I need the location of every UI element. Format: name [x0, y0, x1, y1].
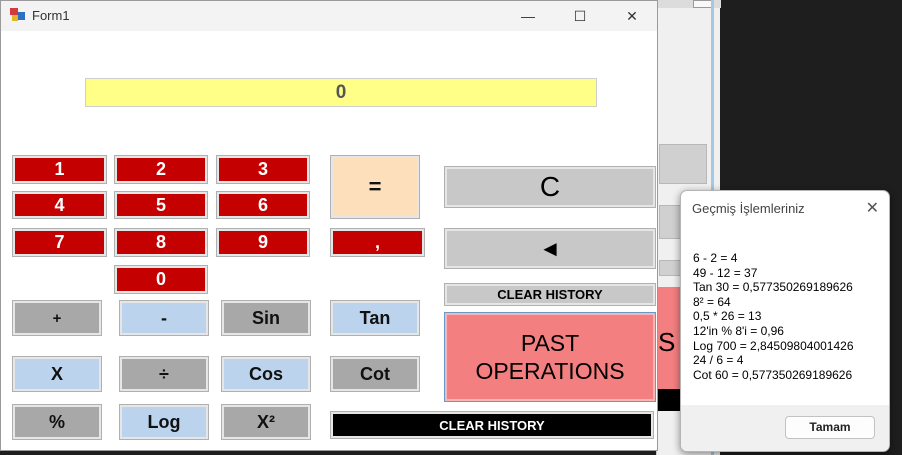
digit-0-button[interactable]: 0	[114, 265, 208, 294]
background-tab	[693, 0, 713, 8]
divide-button[interactable]: ÷	[119, 356, 209, 392]
minus-button[interactable]: -	[119, 300, 209, 336]
plus-button[interactable]: +	[12, 300, 102, 336]
past-operations-label-line1: PAST	[520, 330, 580, 356]
cos-button[interactable]: Cos	[221, 356, 311, 392]
close-icon[interactable]: ✕	[619, 5, 645, 27]
digit-5-button[interactable]: 5	[114, 191, 208, 219]
history-line: Tan 30 = 0,577350269189626	[693, 280, 853, 295]
history-line: 24 / 6 = 4	[693, 353, 744, 368]
digit-8-button[interactable]: 8	[114, 228, 208, 257]
clear-history-remnant	[656, 389, 682, 411]
history-list: 6 - 2 = 4 49 - 12 = 37 Tan 30 = 0,577350…	[693, 251, 854, 382]
history-line: 12'in % 8'i = 0,96	[693, 323, 784, 338]
digit-1-button[interactable]: 1	[12, 155, 107, 184]
history-line: Log 700 = 2,84509804001426	[693, 338, 854, 353]
dialog-title: Geçmiş İşlemleriniz	[692, 201, 805, 216]
digit-9-button[interactable]: 9	[216, 228, 310, 257]
history-line: Cot 60 = 0,577350269189626	[693, 367, 853, 382]
square-button[interactable]: X²	[221, 404, 311, 440]
minimize-icon[interactable]: —	[515, 5, 541, 27]
background-panel	[659, 144, 707, 184]
history-line: 0,5 * 26 = 13	[693, 309, 762, 324]
digit-7-button[interactable]: 7	[12, 228, 107, 257]
dialog-close-icon[interactable]: ✕	[866, 198, 879, 218]
calculator-window: Form1 — ☐ ✕ 0 1 2 3 4 5 6 7 8 9 0 = , C …	[0, 0, 658, 451]
tan-button[interactable]: Tan	[330, 300, 420, 336]
window-title: Form1	[32, 8, 70, 23]
digit-2-button[interactable]: 2	[114, 155, 208, 184]
history-line: 8² = 64	[693, 294, 731, 309]
past-operations-button[interactable]: PAST OPERATIONS	[444, 312, 656, 402]
title-bar: Form1 — ☐ ✕	[1, 1, 657, 31]
ok-button[interactable]: Tamam	[785, 416, 875, 439]
multiply-button[interactable]: X	[12, 356, 102, 392]
past-operations-label-line2: OPERATIONS	[475, 358, 625, 384]
cot-button[interactable]: Cot	[330, 356, 420, 392]
log-button[interactable]: Log	[119, 404, 209, 440]
comma-button[interactable]: ,	[330, 228, 425, 257]
clear-history-button[interactable]: CLEAR HISTORY	[444, 283, 656, 306]
result-display: 0	[85, 78, 597, 107]
clear-history-black-button[interactable]: CLEAR HISTORY	[330, 411, 654, 439]
remnant-letter: S	[658, 327, 676, 357]
backspace-button[interactable]: ◄	[444, 228, 656, 269]
sin-button[interactable]: Sin	[221, 300, 311, 336]
history-line: 49 - 12 = 37	[693, 265, 758, 280]
dialog-footer: Tamam	[681, 405, 889, 451]
digit-4-button[interactable]: 4	[12, 191, 107, 219]
equals-button[interactable]: =	[330, 155, 420, 219]
clear-button[interactable]: C	[444, 166, 656, 208]
digit-6-button[interactable]: 6	[216, 191, 310, 219]
digit-3-button[interactable]: 3	[216, 155, 310, 184]
history-dialog: Geçmiş İşlemleriniz ✕ 6 - 2 = 4 49 - 12 …	[680, 190, 890, 452]
history-line: 6 - 2 = 4	[693, 251, 738, 265]
app-icon	[10, 8, 26, 22]
maximize-icon[interactable]: ☐	[567, 5, 593, 27]
percent-button[interactable]: %	[12, 404, 102, 440]
